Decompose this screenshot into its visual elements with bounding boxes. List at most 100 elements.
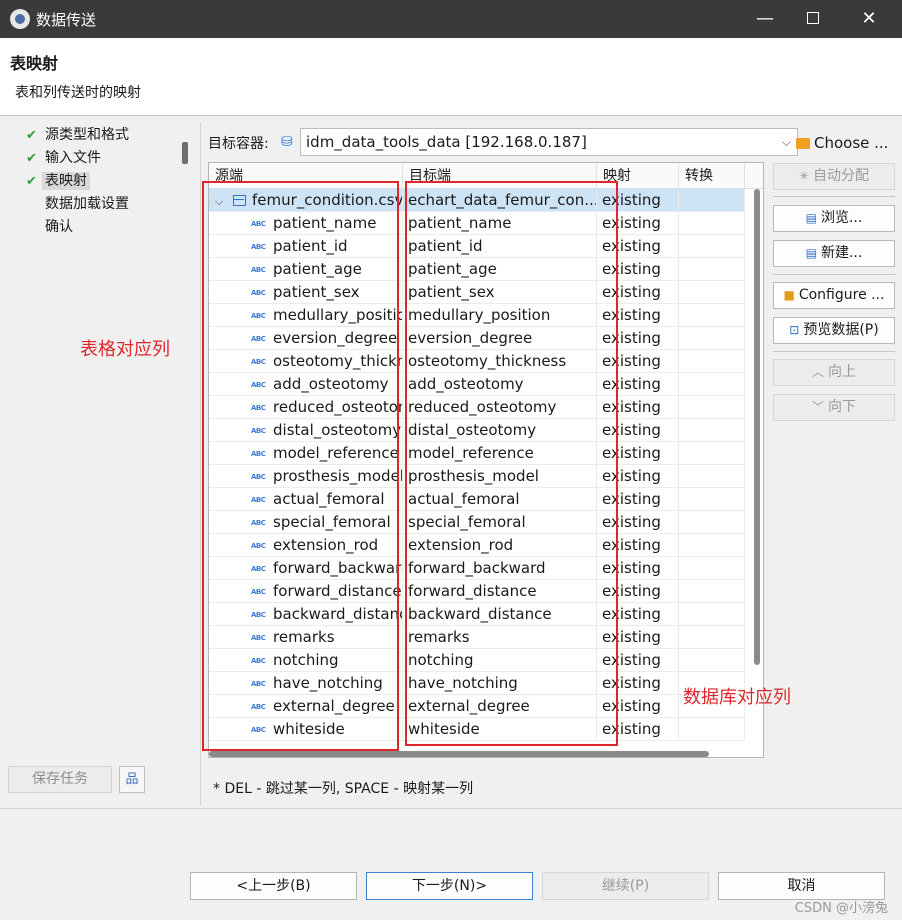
target-cell[interactable]: patient_age: [403, 258, 597, 281]
browse-button[interactable]: ▤ 浏览...: [773, 205, 895, 232]
transform-cell[interactable]: [679, 350, 745, 373]
target-cell[interactable]: add_osteotomy: [403, 373, 597, 396]
table-row[interactable]: ABC external_degree external_degree existin…: [209, 695, 745, 718]
mapping-cell[interactable]: existing: [597, 442, 679, 465]
target-cell[interactable]: reduced_osteotomy: [403, 396, 597, 419]
target-cell[interactable]: notching: [403, 649, 597, 672]
transform-cell[interactable]: [679, 327, 745, 350]
chevron-down-icon[interactable]: ⌵: [215, 190, 227, 212]
table-row[interactable]: ABC forward_backward forward_backward exist…: [209, 557, 745, 580]
target-cell[interactable]: forward_distance: [403, 580, 597, 603]
scroll-thumb[interactable]: [754, 189, 760, 665]
step-source-type[interactable]: ✔ 源类型和格式: [8, 124, 178, 147]
mapping-cell[interactable]: existing: [597, 465, 679, 488]
target-cell[interactable]: remarks: [403, 626, 597, 649]
table-row[interactable]: ABC medullary_positio medullary_position ex…: [209, 304, 745, 327]
step-table-mapping[interactable]: ✔ 表映射: [8, 170, 178, 193]
column-header-target[interactable]: 目标端: [403, 163, 597, 189]
mapping-cell[interactable]: existing: [597, 396, 679, 419]
mapping-cell[interactable]: existing: [597, 603, 679, 626]
mapping-cell[interactable]: existing: [597, 488, 679, 511]
table-row[interactable]: ABC model_reference model_reference existin…: [209, 442, 745, 465]
save-task-options-button[interactable]: 品: [119, 766, 145, 793]
mapping-cell[interactable]: existing: [597, 281, 679, 304]
table-row[interactable]: ABC patient_sex patient_sex existing: [209, 281, 745, 304]
table-row[interactable]: ABC patient_age patient_age existing: [209, 258, 745, 281]
mapping-cell[interactable]: existing: [597, 695, 679, 718]
table-row-parent[interactable]: ⌵ femur_condition.csv echart_data_femur_c…: [209, 189, 745, 212]
choose-button[interactable]: Choose ...: [796, 130, 900, 156]
target-cell[interactable]: medullary_position: [403, 304, 597, 327]
mapping-cell[interactable]: existing: [597, 235, 679, 258]
target-cell[interactable]: whiteside: [403, 718, 597, 741]
transform-cell[interactable]: [679, 304, 745, 327]
target-cell[interactable]: backward_distance: [403, 603, 597, 626]
target-cell[interactable]: osteotomy_thickness: [403, 350, 597, 373]
maximize-button[interactable]: [790, 0, 836, 38]
table-row[interactable]: ABC actual_femoral actual_femoral existing: [209, 488, 745, 511]
mapping-cell[interactable]: existing: [597, 511, 679, 534]
transform-cell[interactable]: [679, 281, 745, 304]
transform-cell[interactable]: [679, 626, 745, 649]
save-task-button[interactable]: 保存任务: [8, 766, 112, 793]
move-up-button[interactable]: ︿ 向上: [773, 359, 895, 386]
target-cell[interactable]: distal_osteotomy: [403, 419, 597, 442]
mapping-cell[interactable]: existing: [597, 419, 679, 442]
transform-cell[interactable]: [679, 189, 745, 212]
transform-cell[interactable]: [679, 258, 745, 281]
table-row[interactable]: ABC eversion_degree eversion_degree existin…: [209, 327, 745, 350]
configure-button[interactable]: ■ Configure ...: [773, 282, 895, 309]
target-cell[interactable]: patient_name: [403, 212, 597, 235]
target-cell[interactable]: external_degree: [403, 695, 597, 718]
transform-cell[interactable]: [679, 511, 745, 534]
mapping-cell[interactable]: existing: [597, 557, 679, 580]
column-header-transform[interactable]: 转换: [679, 163, 745, 189]
mapping-cell[interactable]: existing: [597, 373, 679, 396]
mapping-cell[interactable]: existing: [597, 534, 679, 557]
new-button[interactable]: ▤ 新建...: [773, 240, 895, 267]
table-row[interactable]: ABC special_femoral special_femoral existin…: [209, 511, 745, 534]
preview-data-button[interactable]: ⊡ 预览数据(P): [773, 317, 895, 344]
auto-assign-button[interactable]: ✳ 自动分配: [773, 163, 895, 190]
next-button[interactable]: 下一步(N)>: [366, 872, 533, 900]
target-cell[interactable]: have_notching: [403, 672, 597, 695]
transform-cell[interactable]: [679, 718, 745, 741]
table-row[interactable]: ABC extension_rod extension_rod existing: [209, 534, 745, 557]
mapping-cell[interactable]: existing: [597, 304, 679, 327]
transform-cell[interactable]: [679, 580, 745, 603]
transform-cell[interactable]: [679, 419, 745, 442]
step-load-settings[interactable]: 数据加载设置: [8, 193, 178, 216]
table-row[interactable]: ABC remarks remarks existing: [209, 626, 745, 649]
target-cell[interactable]: echart_data_femur_con...: [403, 189, 597, 212]
table-row[interactable]: ABC forward_distance forward_distance exist…: [209, 580, 745, 603]
mapping-cell[interactable]: existing: [597, 189, 679, 212]
table-row[interactable]: ABC notching notching existing: [209, 649, 745, 672]
table-row[interactable]: ABC add_osteotomy add_osteotomy existing: [209, 373, 745, 396]
target-cell[interactable]: special_femoral: [403, 511, 597, 534]
mapping-cell[interactable]: existing: [597, 626, 679, 649]
table-row[interactable]: ABC whiteside whiteside existing: [209, 718, 745, 741]
cancel-button[interactable]: 取消: [718, 872, 885, 900]
transform-cell[interactable]: [679, 488, 745, 511]
step-input-files[interactable]: ✔ 输入文件: [8, 147, 178, 170]
close-button[interactable]: ✕: [846, 0, 892, 38]
mapping-cell[interactable]: existing: [597, 718, 679, 741]
table-row[interactable]: ABC reduced_osteoton reduced_osteotomy exis…: [209, 396, 745, 419]
mapping-cell[interactable]: existing: [597, 649, 679, 672]
transform-cell[interactable]: [679, 603, 745, 626]
step-confirm[interactable]: 确认: [8, 216, 178, 239]
table-row[interactable]: ABC patient_id patient_id existing: [209, 235, 745, 258]
target-cell[interactable]: patient_sex: [403, 281, 597, 304]
column-header-mapping[interactable]: 映射: [597, 163, 679, 189]
table-row[interactable]: ABC have_notching have_notching existing: [209, 672, 745, 695]
mapping-cell[interactable]: existing: [597, 672, 679, 695]
target-cell[interactable]: actual_femoral: [403, 488, 597, 511]
table-row[interactable]: ABC patient_name patient_name existing: [209, 212, 745, 235]
table-vertical-scrollbar[interactable]: [753, 189, 761, 677]
transform-cell[interactable]: [679, 465, 745, 488]
transform-cell[interactable]: [679, 649, 745, 672]
transform-cell[interactable]: [679, 235, 745, 258]
mapping-cell[interactable]: existing: [597, 327, 679, 350]
target-cell[interactable]: prosthesis_model: [403, 465, 597, 488]
target-cell[interactable]: forward_backward: [403, 557, 597, 580]
